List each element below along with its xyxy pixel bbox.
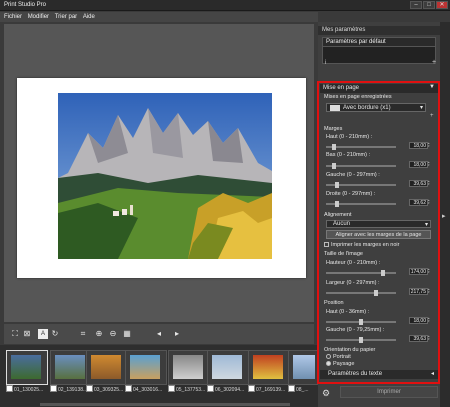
filmstrip-scrollbar[interactable]	[40, 403, 290, 406]
title-bar: Print Studio Pro – □ ✕	[0, 0, 450, 11]
thumbnail[interactable]	[207, 350, 249, 385]
grid-icon[interactable]: ▦	[122, 329, 132, 339]
my-settings-header: Mes paramètres	[318, 26, 440, 35]
zoom-out-icon[interactable]: ⊖	[108, 329, 118, 339]
window-title: Print Studio Pro	[4, 2, 47, 8]
actual-size-icon[interactable]: ⊠	[22, 329, 32, 339]
maximize-button[interactable]: □	[423, 1, 435, 9]
add-preset-icon[interactable]: +	[432, 59, 436, 66]
fit-icon[interactable]: ⛶	[10, 329, 20, 339]
preview-toolbar: ⛶ ⊠ A ↻ ⌗ ⊕ ⊖ ▦ ◂ ▸	[4, 324, 314, 344]
thumbnail[interactable]	[168, 350, 210, 385]
close-button[interactable]: ✕	[436, 1, 448, 9]
chevron-right-icon: ▸	[442, 213, 446, 220]
thumbnail-label[interactable]: 08_...	[288, 385, 318, 393]
thumbnail[interactable]	[288, 350, 320, 385]
zoom-in-icon[interactable]: ⊕	[94, 329, 104, 339]
panel-collapse-strip[interactable]: ▸	[440, 22, 450, 407]
thumbnail-label[interactable]: 01_130025...	[6, 385, 51, 393]
menu-bar: Fichier Modifier Trier par Aide	[0, 12, 318, 22]
info-icon[interactable]: i	[325, 60, 326, 66]
minimize-button[interactable]: –	[410, 1, 422, 9]
highlight-frame	[317, 81, 440, 384]
thumbnail[interactable]	[125, 350, 167, 385]
window-controls: – □ ✕	[410, 1, 448, 9]
next-icon[interactable]: ▸	[172, 329, 182, 339]
thumbnail[interactable]	[248, 350, 290, 385]
rotate-icon[interactable]: ↻	[50, 329, 60, 339]
thumbnail-label[interactable]: 06_302094...	[207, 385, 252, 393]
menu-edit[interactable]: Modifier	[28, 14, 49, 20]
gear-icon[interactable]: ⚙	[322, 388, 332, 398]
preset-list[interactable]	[322, 47, 436, 64]
menu-help[interactable]: Aide	[83, 14, 95, 20]
landscape-photo	[58, 93, 272, 259]
thumbnail-label[interactable]: 07_169139...	[248, 385, 293, 393]
filmstrip: 01_130025... 02_139138... 03_309325... 0…	[0, 345, 320, 407]
preset-field[interactable]: Paramètres par défaut	[322, 37, 436, 47]
thumbnail-label[interactable]: 04_303016...	[125, 385, 170, 393]
thumbnail[interactable]	[86, 350, 128, 385]
crop-icon[interactable]: ⌗	[78, 329, 88, 339]
menu-sort[interactable]: Trier par	[55, 14, 77, 20]
prev-icon[interactable]: ◂	[154, 329, 164, 339]
print-button[interactable]: Imprimer	[340, 386, 438, 398]
menu-file[interactable]: Fichier	[4, 14, 22, 20]
thumbnail[interactable]	[6, 350, 48, 385]
photo-preview[interactable]	[58, 93, 272, 259]
text-icon[interactable]: A	[38, 329, 48, 339]
